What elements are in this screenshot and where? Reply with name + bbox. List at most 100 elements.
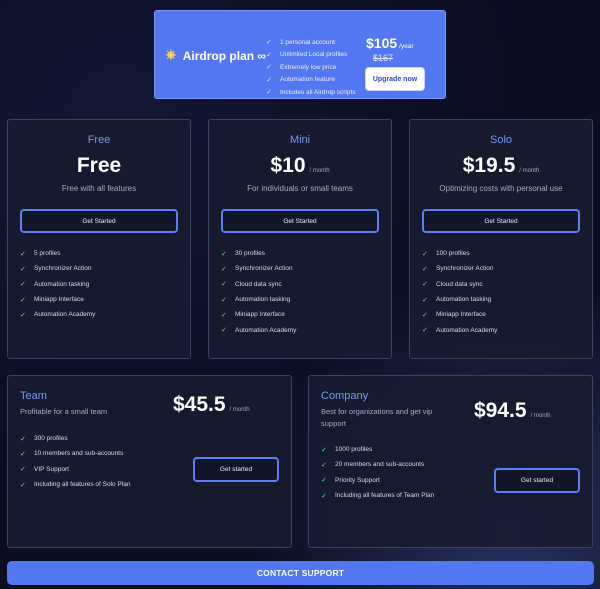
plan-card-mini: Mini $10/ month For individuals or small… [208,119,392,359]
feature-label: Priority Support [335,476,380,484]
plan-name: Team [20,390,47,402]
list-item: ✓ Miniapp Interface [422,307,497,322]
plan-card-solo: Solo $19.5/ month Optimizing costs with … [409,119,593,359]
feature-label: Synchronizer Action [34,265,92,273]
plan-price: $10/ month [209,154,391,178]
feature-label: Automation Academy [235,326,297,334]
plan-price: $19.5/ month [410,154,592,178]
feature-label: Automation feature [280,76,335,84]
check-icon: ✓ [321,446,327,454]
plan-feature-list: ✓ 5 profiles ✓ Synchronizer Action ✓ Automa… [20,246,95,322]
check-icon: ✓ [221,265,227,273]
feature-label: Automation Academy [436,326,498,334]
airdrop-plan-banner: ✷ Airdrop plan ∞ ✓ 1 personal account ✓ Un… [154,10,446,99]
price-period: / month [309,168,330,174]
feature-label: Automation Academy [34,311,96,319]
plan-card-team: Team Profitable for a small team $45.5/ … [7,375,292,548]
list-item: ✓ 30 profiles [221,246,296,261]
check-icon: ✓ [20,450,26,458]
price-period: / month [530,413,551,419]
check-icon: ✓ [266,76,272,84]
price-value: $94.5 [474,399,527,422]
list-item: ✓ Miniapp Interface [20,292,95,307]
feature-label: Synchronizer Action [436,265,494,273]
check-icon: ✓ [321,461,327,469]
feature-label: 1 personal account [280,38,335,46]
check-icon: ✓ [266,64,272,72]
price-period: / month [519,168,540,174]
check-icon: ✓ [20,311,26,319]
list-item: ✓ Cloud data sync [422,277,497,292]
list-item: ✓ VIP Support [20,462,130,477]
plan-card-company: Company Best for organizations and get v… [308,375,593,548]
check-icon: ✓ [266,89,272,97]
list-item: ✓ 1000 profiles [321,442,434,457]
feature-label: VIP Support [34,465,69,473]
feature-label: Automation tasking [436,296,492,304]
airdrop-old-price: $167 [373,53,394,63]
check-icon: ✓ [266,39,272,47]
list-item: ✓ Automation feature [266,74,356,87]
check-icon: ✓ [221,311,227,319]
feature-label: Miniapp Interface [235,311,285,319]
list-item: ✓ Automation Academy [422,322,497,337]
plan-name: Mini [289,134,311,146]
price-value: $10 [270,154,306,177]
check-icon: ✓ [221,250,227,258]
feature-label: Includes all Airdrop scripts [280,88,356,96]
list-item: ✓ Automation tasking [221,292,296,307]
list-item: ✓ Cloud data sync [221,277,296,292]
list-item: ✓ Synchronizer Action [422,261,497,276]
feature-label: Cloud data sync [436,280,483,288]
check-icon: ✓ [422,327,428,335]
list-item: ✓ Including all features of Solo Plan [20,477,130,492]
feature-label: Miniapp Interface [436,311,486,319]
list-item: ✓ Includes all Airdrop scripts [266,86,356,99]
check-icon: ✓ [422,265,428,273]
check-icon: ✓ [422,311,428,319]
get-started-button[interactable]: Get started [193,457,279,482]
plan-name: Free [87,134,111,146]
feature-label: 10 members and sub-accounts [34,450,124,458]
list-item: ✓ Including all features of Team Plan [321,488,434,503]
price-value: $45.5 [173,393,226,416]
plan-name: Solo [489,134,513,146]
list-item: ✓ 100 profiles [422,246,497,261]
feature-label: Extremely low price [280,63,337,71]
list-item: ✓ 20 members and sub-accounts [321,457,434,472]
plan-card-free: Free Free Free with all features Get Sta… [7,119,191,359]
price-value: Free [76,154,122,177]
feature-label: 20 members and sub-accounts [335,461,425,469]
upgrade-now-button[interactable]: Upgrade now [365,67,425,91]
feature-label: Cloud data sync [235,280,282,288]
plan-price: Free [8,154,190,178]
get-started-button[interactable]: Get started [494,468,580,493]
get-started-button[interactable]: Get Started [422,209,580,233]
check-icon: ✓ [20,250,26,258]
check-icon: ✓ [266,51,272,59]
airdrop-price: $105/year [366,35,414,51]
feature-label: Automation tasking [34,280,90,288]
list-item: ✓ Automation tasking [422,292,497,307]
check-icon: ✓ [20,435,26,443]
contact-support-button[interactable]: CONTACT SUPPORT [7,561,594,585]
plan-feature-list: ✓ 100 profiles ✓ Synchronizer Action ✓ Clou… [422,246,497,338]
plan-feature-list: ✓ 1000 profiles ✓ 20 members and sub-accou… [321,442,434,503]
list-item: ✓ Priority Support [321,473,434,488]
plan-feature-list: ✓ 300 profiles ✓ 10 members and sub-accoun… [20,431,130,492]
feature-label: Unlimited Local profiles [280,51,348,59]
price-value: $105 [366,35,398,51]
check-icon: ✓ [422,250,428,258]
list-item: ✓ Synchronizer Action [20,261,95,276]
get-started-button[interactable]: Get Started [20,209,178,233]
list-item: ✓ Automation Academy [20,307,95,322]
list-item: ✓ Automation Academy [221,322,296,337]
list-item: ✓ Synchronizer Action [221,261,296,276]
get-started-button[interactable]: Get Started [221,209,379,233]
list-item: ✓ 300 profiles [20,431,130,446]
feature-label: Including all features of Team Plan [335,492,435,500]
sparkle-icon: ✷ [165,47,177,63]
price-value: $19.5 [462,154,516,177]
check-icon: ✓ [20,466,26,474]
airdrop-feature-list: ✓ 1 personal account ✓ Unlimited Local pro… [266,36,356,99]
